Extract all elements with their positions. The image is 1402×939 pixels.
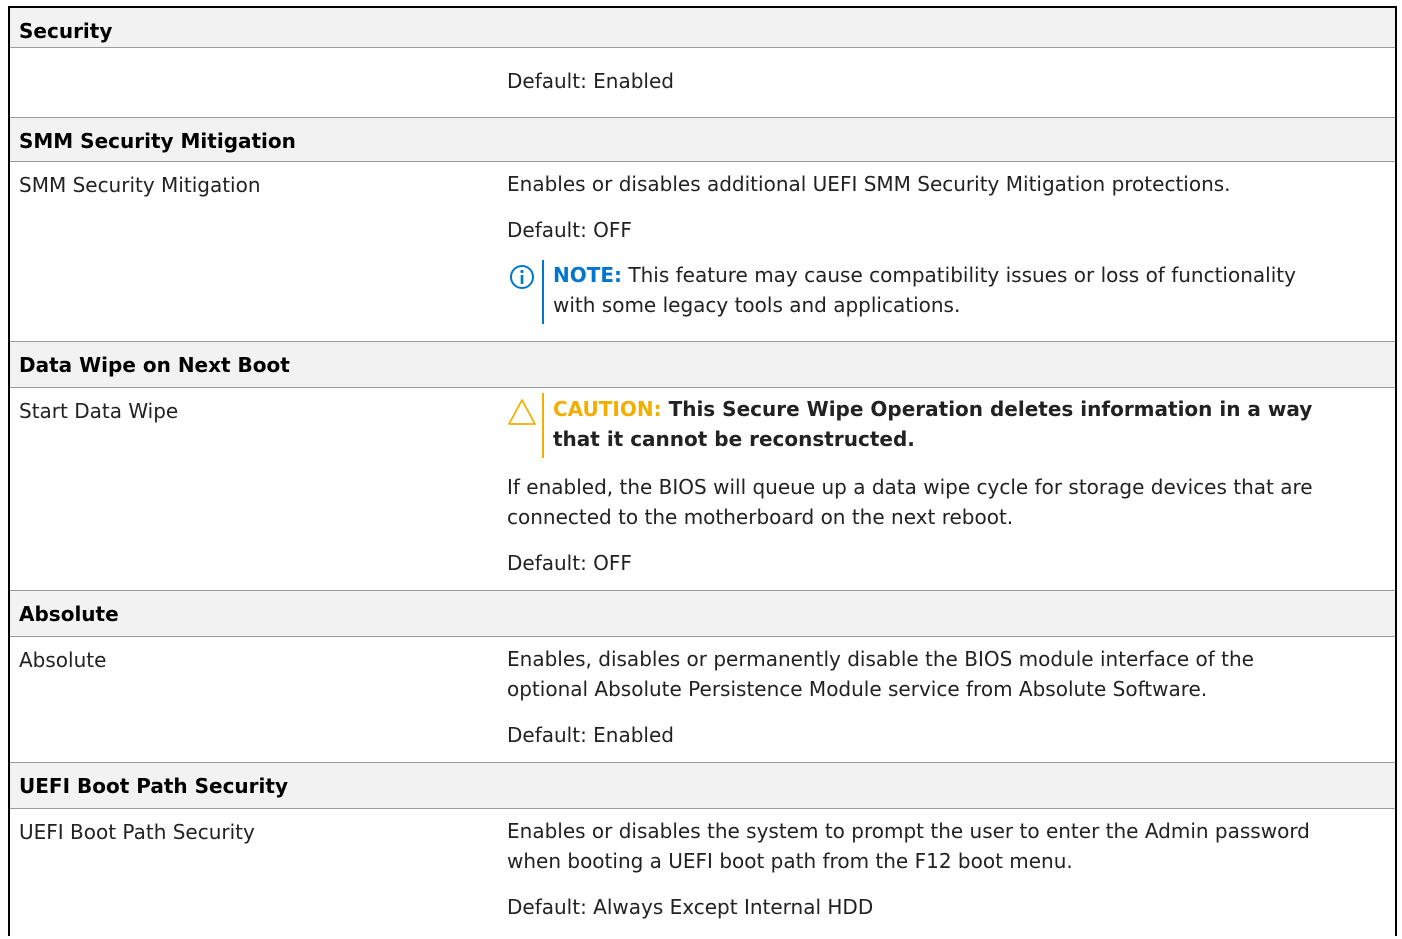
section-header-security: Security: [10, 8, 1395, 48]
section-title-absolute: Absolute: [19, 602, 119, 626]
option-description: Enables or disables additional UEFI SMM …: [507, 172, 1231, 196]
option-name: Start Data Wipe: [19, 399, 179, 423]
default-value: Default: Enabled: [507, 69, 674, 93]
section-header-absolute: Absolute: [10, 591, 1395, 637]
bios-security-table: Security Default: Enabled SMM Security M…: [8, 6, 1397, 939]
section-header-smm: SMM Security Mitigation: [10, 118, 1395, 162]
option-description-line-1: Enables, disables or permanently disable…: [507, 647, 1254, 671]
note-bar: [542, 260, 544, 324]
default-value: Default: Enabled: [507, 723, 674, 747]
note-label: NOTE:: [553, 263, 623, 287]
option-description-line-2: when booting a UEFI boot path from the F…: [507, 849, 1073, 873]
caution-line-1: CAUTION: This Secure Wipe Operation dele…: [553, 394, 1312, 424]
table-row: Absolute Enables, disables or permanentl…: [10, 637, 1395, 763]
warning-triangle-icon: [507, 396, 537, 426]
option-description-line-2: connected to the motherboard on the next…: [507, 505, 1014, 529]
table-row: SMM Security Mitigation Enables or disab…: [10, 162, 1395, 342]
caution-bar: [542, 393, 544, 458]
table-row: UEFI Boot Path Security Enables or disab…: [10, 809, 1395, 939]
option-name: SMM Security Mitigation: [19, 173, 261, 197]
table-row: Default: Enabled: [10, 48, 1395, 118]
section-title-uefi: UEFI Boot Path Security: [19, 774, 288, 798]
section-header-data-wipe: Data Wipe on Next Boot: [10, 342, 1395, 388]
caution-label: CAUTION:: [553, 397, 662, 421]
table-row: Start Data Wipe CAUTION: This Secure Wip…: [10, 388, 1395, 591]
section-title-data-wipe: Data Wipe on Next Boot: [19, 353, 290, 377]
section-header-uefi: UEFI Boot Path Security: [10, 763, 1395, 809]
option-description-line-1: Enables or disables the system to prompt…: [507, 819, 1310, 843]
note-line-2: with some legacy tools and applications.: [553, 293, 961, 317]
default-value: Default: OFF: [507, 551, 632, 575]
note-line-1: NOTE: This feature may cause compatibili…: [553, 260, 1296, 290]
caution-text: This Secure Wipe Operation deletes infor…: [661, 397, 1313, 421]
option-name: Absolute: [19, 648, 107, 672]
caution-line-2: that it cannot be reconstructed.: [553, 427, 915, 451]
option-name: UEFI Boot Path Security: [19, 820, 255, 844]
section-title-smm: SMM Security Mitigation: [19, 129, 296, 153]
option-description-line-2: optional Absolute Persistence Module ser…: [507, 677, 1208, 701]
option-description-line-1: If enabled, the BIOS will queue up a dat…: [507, 475, 1313, 499]
default-value: Default: OFF: [507, 218, 632, 242]
note-text: This feature may cause compatibility iss…: [622, 263, 1296, 287]
default-value: Default: Always Except Internal HDD: [507, 895, 874, 919]
section-title-security: Security: [19, 19, 113, 43]
info-circle-icon: [507, 262, 537, 292]
